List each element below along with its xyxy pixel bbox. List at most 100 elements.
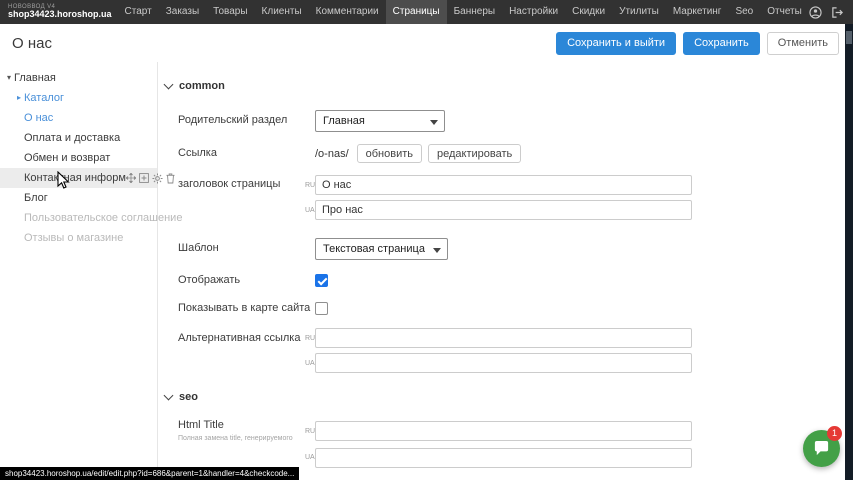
section-title: common <box>179 80 225 92</box>
save-button[interactable]: Сохранить <box>683 32 760 55</box>
field-label: заголовок страницы <box>178 178 305 191</box>
page-title-ua-input[interactable] <box>315 200 692 220</box>
menu-item-seo[interactable]: Seo <box>728 0 760 24</box>
tree-item-about-selected[interactable]: О нас <box>0 108 157 128</box>
save-and-exit-button[interactable]: Сохранить и выйти <box>556 32 676 55</box>
display-row: Отображать <box>178 274 845 287</box>
tree-item-blog[interactable]: Блог <box>0 188 157 208</box>
menu-item-settings[interactable]: Настройки <box>502 0 565 24</box>
lang-ua-label: UA <box>305 360 315 367</box>
page-title-ru-input[interactable] <box>315 175 692 195</box>
html-title-ua-input[interactable] <box>315 448 692 468</box>
update-link-button[interactable]: обновить <box>357 144 422 163</box>
tree-item-user-agreement[interactable]: Пользовательское соглашение <box>0 208 157 228</box>
select-arrow-icon <box>433 248 441 253</box>
menu-item-orders[interactable]: Заказы <box>159 0 206 24</box>
html-title-ru-row: Html Title Полная замена title, генериру… <box>178 419 845 443</box>
lang-ua-label: UA <box>305 454 315 461</box>
field-label-text: Html Title <box>178 419 224 431</box>
brand-logo[interactable]: НОВОВВОД V4 shop34423.horoshop.ua <box>8 4 112 20</box>
app-window: НОВОВВОД V4 shop34423.horoshop.ua Старт … <box>0 0 853 480</box>
template-select[interactable]: Текстовая страница <box>315 238 448 260</box>
section-common-header[interactable]: common <box>165 80 845 92</box>
top-navbar: НОВОВВОД V4 shop34423.horoshop.ua Старт … <box>0 0 853 24</box>
menu-item-pages[interactable]: Страницы <box>386 0 447 24</box>
chat-unread-badge: 1 <box>827 426 842 441</box>
alt-link-ru-input[interactable] <box>315 328 692 348</box>
top-menu: Старт Заказы Товары Клиенты Комментарии … <box>118 0 809 24</box>
chevron-right-icon[interactable]: ▸ <box>14 88 24 108</box>
alt-link-ua-input[interactable] <box>315 353 692 373</box>
page-title: О нас <box>12 35 52 52</box>
trash-icon[interactable] <box>166 173 175 184</box>
tree-item-contact-info[interactable]: Контактная информ <box>0 168 157 188</box>
page-edit-form: common Родительский раздел Главная Ссылк… <box>159 62 845 480</box>
field-label: Показывать в карте сайта <box>178 302 315 315</box>
scrollbar-thumb[interactable] <box>846 31 852 44</box>
alt-link-ua-row: UA <box>178 353 845 373</box>
page-scrollbar[interactable] <box>845 24 853 480</box>
tree-item-home[interactable]: ▾ Главная <box>0 68 157 88</box>
section-title: seo <box>179 391 198 403</box>
field-label: Отображать <box>178 274 315 287</box>
edit-link-button[interactable]: редактировать <box>428 144 521 163</box>
menu-item-reports[interactable]: Отчеты <box>760 0 809 24</box>
select-arrow-icon <box>430 120 438 125</box>
lang-ru-label: RU <box>305 335 315 342</box>
tree-item-label: Главная <box>14 68 56 88</box>
field-label: Родительский раздел <box>178 114 315 127</box>
move-icon[interactable] <box>126 173 136 183</box>
tree-item-exchange-return[interactable]: Обмен и возврат <box>0 148 157 168</box>
user-account-icon[interactable] <box>809 6 822 19</box>
chevron-down-icon <box>164 80 174 90</box>
chat-widget-button[interactable]: 1 <box>803 430 840 467</box>
menu-item-start[interactable]: Старт <box>118 0 159 24</box>
menu-item-banners[interactable]: Баннеры <box>447 0 502 24</box>
field-hint: Полная замена title, генерируемого <box>178 435 305 443</box>
menu-item-discounts[interactable]: Скидки <box>565 0 612 24</box>
logout-icon[interactable] <box>831 6 844 19</box>
tree-item-label: Обмен и возврат <box>24 148 110 168</box>
tree-item-label: Контактная информ <box>24 168 126 188</box>
tree-item-hover-actions <box>126 173 175 184</box>
menu-item-products[interactable]: Товары <box>206 0 254 24</box>
header-actions: Сохранить и выйти Сохранить Отменить <box>556 32 839 55</box>
page-header: О нас Сохранить и выйти Сохранить Отмени… <box>0 24 845 62</box>
page-title-ua-row: UA <box>178 200 845 220</box>
tree-item-store-reviews[interactable]: Отзывы о магазине <box>0 228 157 248</box>
lang-ru-label: RU <box>305 428 315 435</box>
section-seo-header[interactable]: seo <box>165 391 845 403</box>
tree-item-label: Каталог <box>24 88 64 108</box>
add-page-icon[interactable] <box>139 173 149 183</box>
display-checkbox[interactable] <box>315 274 328 287</box>
template-row: Шаблон Текстовая страница <box>178 238 845 260</box>
chevron-down-icon[interactable]: ▾ <box>4 68 14 88</box>
field-label: Ссылка <box>178 147 315 160</box>
tree-item-label: Пользовательское соглашение <box>24 208 182 228</box>
menu-item-clients[interactable]: Клиенты <box>255 0 309 24</box>
menu-item-utilities[interactable]: Утилиты <box>612 0 666 24</box>
gear-icon[interactable] <box>152 173 163 184</box>
lang-ru-label: RU <box>305 182 315 189</box>
menu-item-marketing[interactable]: Маркетинг <box>666 0 729 24</box>
link-row: Ссылка /o-nas/ обновить редактировать <box>178 144 845 163</box>
tree-item-label: Отзывы о магазине <box>24 228 123 248</box>
sitemap-row: Показывать в карте сайта <box>178 302 845 315</box>
pages-tree-sidebar: ▾ Главная ▸ Каталог О нас Оплата и доста… <box>0 62 158 480</box>
menu-item-comments[interactable]: Комментарии <box>309 0 386 24</box>
sitemap-checkbox[interactable] <box>315 302 328 315</box>
html-title-ua-row: UA <box>178 448 845 468</box>
parent-section-row: Родительский раздел Главная <box>178 110 845 132</box>
selected-value: Главная <box>323 115 365 127</box>
html-title-ru-input[interactable] <box>315 421 692 441</box>
page-title-ru-row: заголовок страницы RU <box>178 175 845 195</box>
tree-item-payment-delivery[interactable]: Оплата и доставка <box>0 128 157 148</box>
parent-section-select[interactable]: Главная <box>315 110 445 132</box>
field-label: Шаблон <box>178 242 315 255</box>
tree-item-label: Блог <box>24 188 48 208</box>
chevron-down-icon <box>164 391 174 401</box>
cancel-button[interactable]: Отменить <box>767 32 839 55</box>
brand-domain: shop34423.horoshop.ua <box>8 10 112 19</box>
tree-item-catalog[interactable]: ▸ Каталог <box>0 88 157 108</box>
chat-icon <box>813 440 830 457</box>
